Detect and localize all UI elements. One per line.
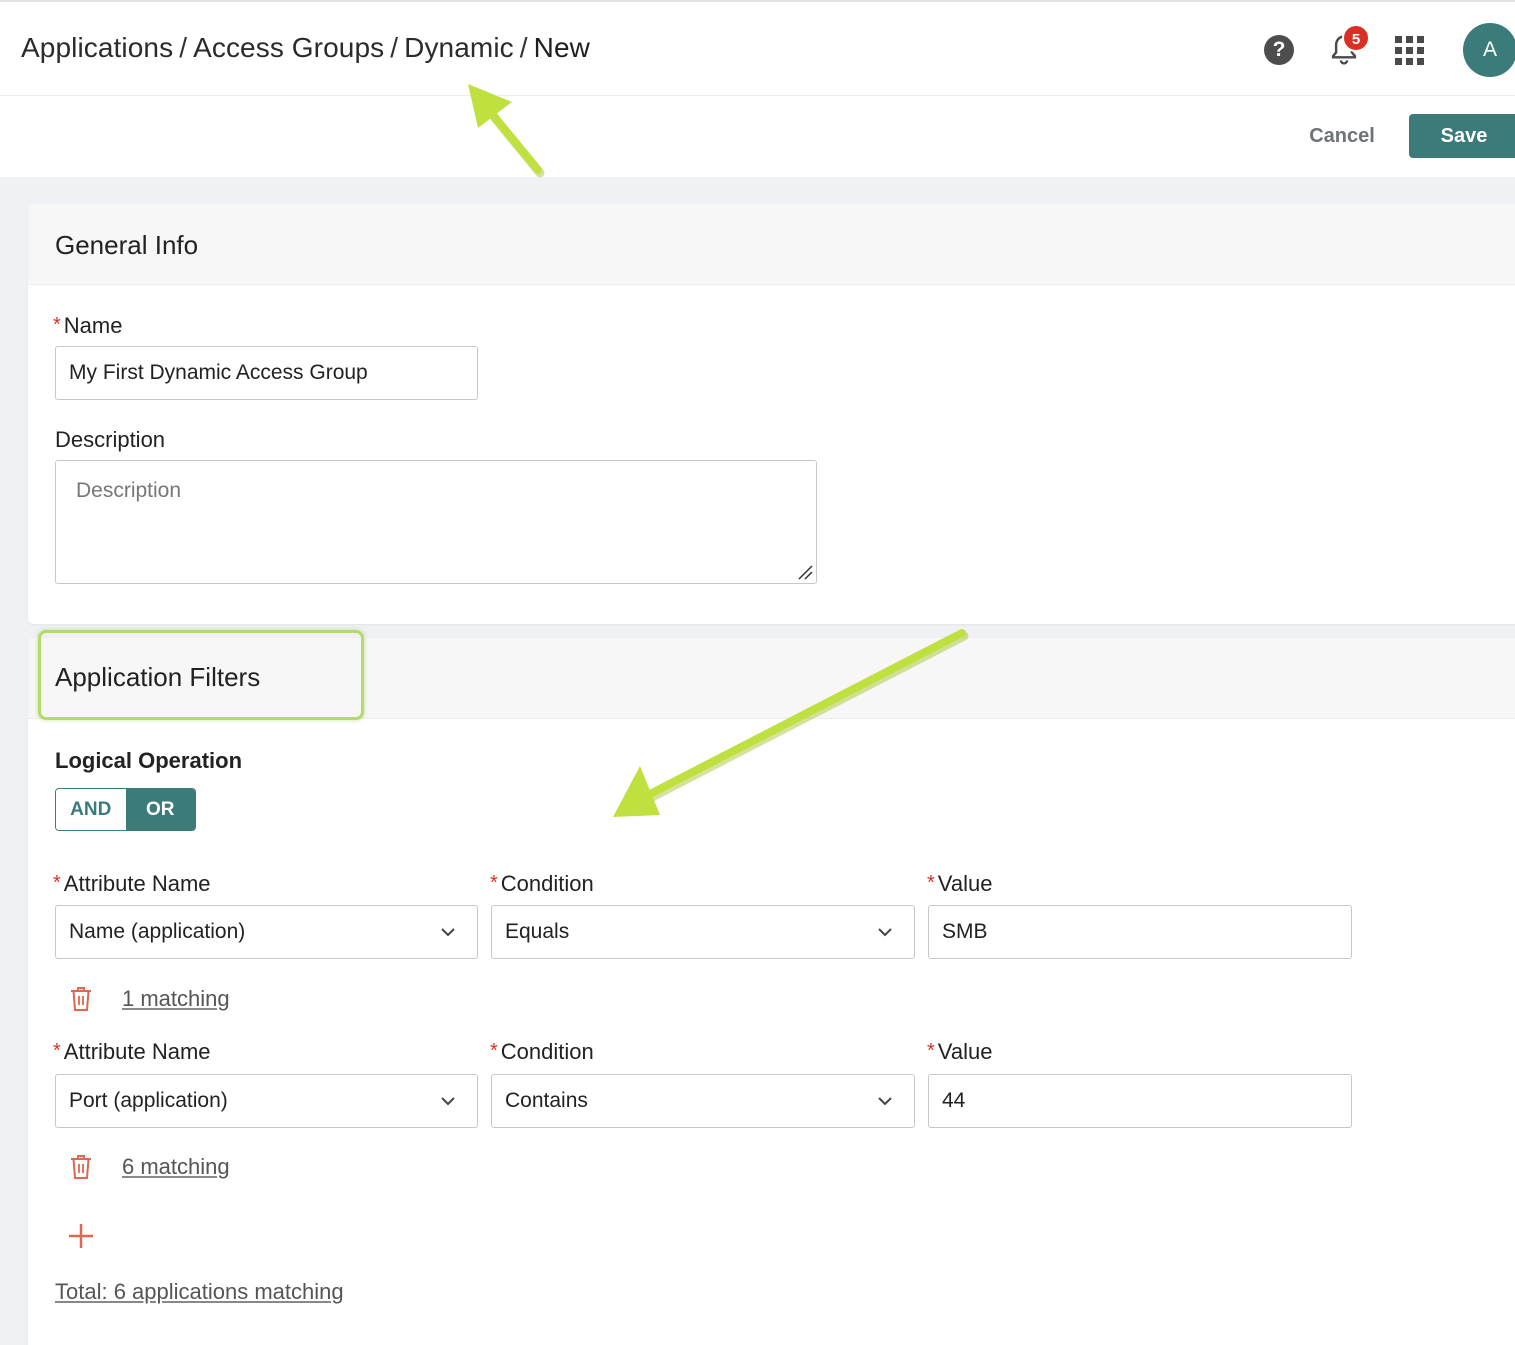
trash-icon[interactable] [69, 1154, 93, 1180]
help-icon[interactable]: ? [1264, 35, 1294, 65]
condition-label: * Condition [490, 1039, 594, 1065]
required-marker: * [490, 872, 498, 894]
chevron-down-icon [878, 1097, 892, 1106]
chevron-down-icon [441, 928, 455, 937]
notification-badge: 5 [1342, 24, 1370, 52]
cancel-button[interactable]: Cancel [1296, 116, 1388, 156]
attribute-select-value: Port (application) [69, 1089, 228, 1112]
attribute-select[interactable]: Port (application) [55, 1074, 478, 1128]
value-input[interactable]: SMB [928, 905, 1352, 959]
description-textarea[interactable]: Description [55, 460, 817, 584]
general-info-header: General Info [28, 204, 1515, 285]
attribute-select[interactable]: Name (application) [55, 905, 478, 959]
name-input[interactable]: My First Dynamic Access Group [55, 346, 478, 400]
required-marker: * [927, 1040, 935, 1062]
condition-label-text: Condition [500, 871, 594, 896]
save-button[interactable]: Save [1409, 114, 1515, 158]
logical-operation-label: Logical Operation [55, 748, 243, 773]
value-input[interactable]: 44 [928, 1074, 1352, 1128]
breadcrumb: Applications / Access Groups / Dynamic / New [21, 32, 590, 64]
breadcrumb-separator: / [390, 32, 399, 63]
required-marker: * [490, 1040, 498, 1062]
breadcrumb-access-groups[interactable]: Access Groups [193, 32, 384, 63]
description-label: Description [55, 427, 166, 452]
and-toggle-button[interactable]: AND [56, 789, 126, 830]
or-toggle-button[interactable]: OR [125, 789, 195, 830]
required-marker: * [53, 872, 61, 894]
description-placeholder: Description [76, 479, 182, 502]
breadcrumb-separator: / [519, 32, 528, 63]
add-filter-icon[interactable] [67, 1222, 95, 1250]
condition-select-value: Equals [505, 920, 570, 943]
general-info-title: General Info [55, 230, 199, 260]
condition-select[interactable]: Contains [491, 1074, 915, 1128]
top-header: Applications / Access Groups / Dynamic / New ?… [0, 0, 1515, 96]
attribute-name-label: * Attribute Name [53, 871, 211, 897]
chevron-down-icon [878, 928, 892, 937]
condition-label: * Condition [490, 871, 594, 897]
condition-label-text: Condition [500, 1039, 594, 1064]
logical-operation-toggle: AND OR [55, 788, 196, 831]
trash-icon[interactable] [69, 986, 93, 1012]
breadcrumb-applications[interactable]: Applications [21, 32, 173, 63]
value-label-text: Value [937, 1039, 993, 1064]
breadcrumb-separator: / [179, 32, 188, 63]
attribute-name-label: * Attribute Name [53, 1039, 211, 1065]
chevron-down-icon [441, 1097, 455, 1106]
matching-link[interactable]: 6 matching [122, 1154, 230, 1180]
condition-select-value: Contains [505, 1089, 588, 1112]
general-info-card: General Info * Name My First Dynamic Acce… [28, 204, 1515, 624]
required-marker: * [927, 872, 935, 894]
breadcrumb-current: New [533, 32, 590, 63]
condition-select[interactable]: Equals [491, 905, 915, 959]
total-matching-link[interactable]: Total: 6 applications matching [55, 1279, 344, 1305]
apps-grid-icon[interactable] [1395, 36, 1425, 66]
value-label: * Value [927, 871, 992, 897]
action-toolbar: Cancel Save [0, 96, 1515, 177]
value-label-text: Value [937, 871, 993, 896]
matching-link[interactable]: 1 matching [122, 986, 230, 1012]
required-marker: * [53, 314, 61, 336]
name-label-text: Name [63, 313, 123, 338]
value-label: * Value [927, 1039, 992, 1065]
resize-grip-icon[interactable] [796, 563, 814, 581]
attribute-select-value: Name (application) [69, 920, 246, 943]
attribute-name-label-text: Attribute Name [63, 871, 211, 896]
required-marker: * [53, 1040, 61, 1062]
application-filters-card: Application Filters Logical Operation AN… [28, 638, 1515, 1345]
breadcrumb-dynamic[interactable]: Dynamic [404, 32, 514, 63]
user-avatar[interactable]: A [1463, 23, 1515, 77]
name-label: * Name [53, 313, 122, 339]
annotation-highlight-box [38, 630, 364, 720]
attribute-name-label-text: Attribute Name [63, 1039, 211, 1064]
